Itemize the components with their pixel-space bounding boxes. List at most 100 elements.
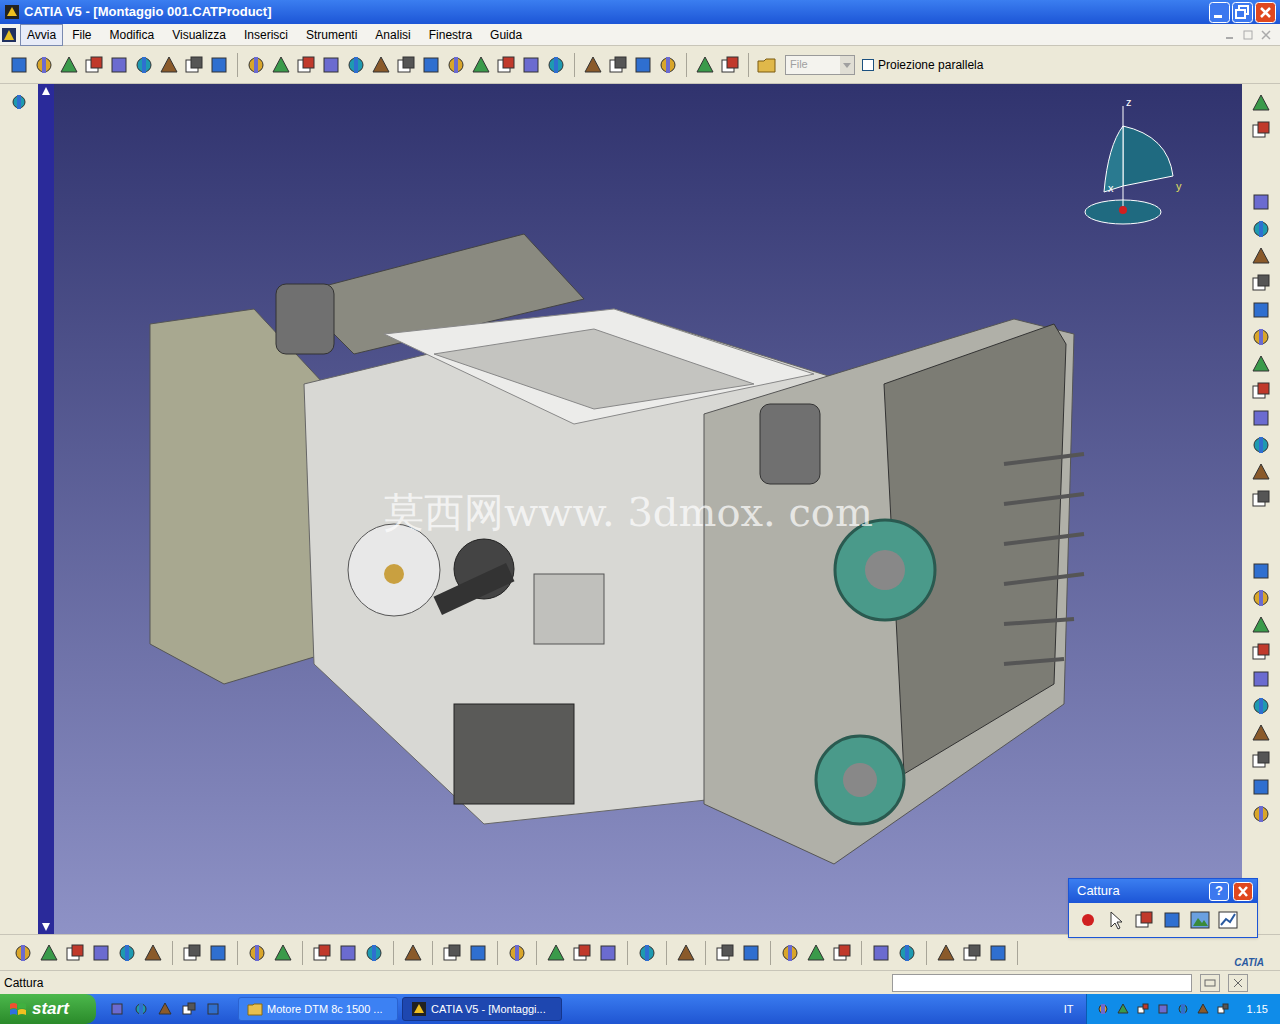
tool-icon[interactable] (1250, 119, 1272, 141)
tool-icon[interactable] (181, 942, 203, 964)
tool-icon[interactable] (158, 54, 180, 76)
tool-icon[interactable] (1250, 245, 1272, 267)
tool-icon[interactable] (719, 54, 741, 76)
tool-icon[interactable] (180, 1000, 198, 1018)
command-input[interactable] (892, 974, 1192, 992)
tool-icon[interactable] (108, 1000, 126, 1018)
tool-icon[interactable] (142, 942, 164, 964)
tool-icon[interactable] (805, 942, 827, 964)
tool-icon[interactable] (582, 54, 604, 76)
tool-icon[interactable] (83, 54, 105, 76)
tool-icon[interactable] (1250, 461, 1272, 483)
tool-icon[interactable] (1135, 1001, 1151, 1017)
file-combo[interactable]: File (785, 55, 855, 75)
parallel-projection-checkbox[interactable] (862, 59, 874, 71)
tool-icon[interactable] (520, 54, 542, 76)
specification-scrollbar[interactable] (38, 84, 54, 934)
tool-icon[interactable] (64, 942, 86, 964)
tool-icon[interactable] (632, 54, 654, 76)
menu-item[interactable]: Analisi (366, 24, 419, 46)
tool-icon[interactable] (441, 942, 463, 964)
tool-icon[interactable] (1250, 722, 1272, 744)
menu-item[interactable]: Strumenti (297, 24, 366, 46)
scroll-up-icon[interactable] (41, 86, 51, 96)
tool-icon[interactable] (208, 54, 230, 76)
close-icon[interactable] (1255, 2, 1276, 23)
capture-close-icon[interactable] (1233, 882, 1253, 901)
tool-icon[interactable] (636, 942, 658, 964)
tool-icon[interactable] (1250, 668, 1272, 690)
tool-icon[interactable] (270, 54, 292, 76)
open-folder-icon[interactable] (756, 54, 778, 76)
tool-icon[interactable] (675, 942, 697, 964)
restore-icon[interactable] (1232, 2, 1253, 23)
tool-icon[interactable] (1250, 695, 1272, 717)
record-icon[interactable] (1077, 909, 1099, 931)
tool-icon[interactable] (1250, 560, 1272, 582)
tool-icon[interactable] (470, 54, 492, 76)
tool-icon[interactable] (156, 1000, 174, 1018)
taskbar-button[interactable]: Motore DTM 8c 1500 ... (238, 997, 398, 1021)
tool-icon[interactable] (714, 942, 736, 964)
tool-icon[interactable] (1215, 1001, 1231, 1017)
start-button[interactable]: start (0, 994, 96, 1024)
tool-icon[interactable] (245, 54, 267, 76)
menu-item[interactable]: Inserisci (235, 24, 297, 46)
tool-icon[interactable] (694, 54, 716, 76)
tool-icon[interactable] (9, 92, 29, 112)
language-indicator[interactable]: IT (1052, 1001, 1086, 1018)
tool-icon[interactable] (1250, 803, 1272, 825)
capture-title-bar[interactable]: Cattura? (1069, 879, 1257, 903)
tool-icon[interactable] (1250, 407, 1272, 429)
menu-item[interactable]: File (63, 24, 100, 46)
tool-icon[interactable] (1161, 909, 1183, 931)
compass-icon[interactable] (1078, 96, 1188, 226)
tool-icon[interactable] (132, 1000, 150, 1018)
minimize-icon[interactable] (1209, 2, 1230, 23)
tool-icon[interactable] (1250, 749, 1272, 771)
tool-icon[interactable] (779, 942, 801, 964)
tool-icon[interactable] (1250, 353, 1272, 375)
tool-icon[interactable] (207, 942, 229, 964)
doc-restore-icon[interactable] (1242, 29, 1254, 41)
tool-icon[interactable] (445, 54, 467, 76)
tool-icon[interactable] (1250, 272, 1272, 294)
tool-icon[interactable] (337, 942, 359, 964)
tool-icon[interactable] (607, 54, 629, 76)
tool-icon[interactable] (1095, 1001, 1111, 1017)
tool-icon[interactable] (545, 54, 567, 76)
image-icon[interactable] (1189, 909, 1211, 931)
tool-icon[interactable] (1250, 587, 1272, 609)
tool-icon[interactable] (420, 54, 442, 76)
tool-icon[interactable] (295, 54, 317, 76)
compass[interactable]: zxy (1078, 96, 1188, 226)
tool-icon[interactable] (1250, 92, 1272, 114)
status-button-icon[interactable] (1200, 974, 1220, 992)
tool-icon[interactable] (116, 942, 138, 964)
taskbar-button[interactable]: CATIA V5 - [Montaggi... (402, 997, 562, 1021)
tool-icon[interactable] (395, 54, 417, 76)
menu-item[interactable]: Avvia (20, 24, 63, 46)
tool-icon[interactable] (1133, 909, 1155, 931)
tool-icon[interactable] (58, 54, 80, 76)
tool-icon[interactable] (1195, 1001, 1211, 1017)
tool-icon[interactable] (870, 942, 892, 964)
menu-item[interactable]: Finestra (420, 24, 481, 46)
tool-icon[interactable] (1250, 614, 1272, 636)
tool-icon[interactable] (133, 54, 155, 76)
tool-icon[interactable] (961, 942, 983, 964)
tool-icon[interactable] (8, 54, 30, 76)
tool-icon[interactable] (370, 54, 392, 76)
tool-icon[interactable] (1250, 380, 1272, 402)
tool-icon[interactable] (1155, 1001, 1171, 1017)
tool-icon[interactable] (1250, 326, 1272, 348)
doc-close-icon[interactable] (1260, 29, 1272, 41)
doc-minimize-icon[interactable] (1224, 29, 1236, 41)
tool-icon[interactable] (90, 942, 112, 964)
tool-icon[interactable] (320, 54, 342, 76)
tool-icon[interactable] (1175, 1001, 1191, 1017)
tool-icon[interactable] (1115, 1001, 1131, 1017)
tool-icon[interactable] (33, 54, 55, 76)
tool-icon[interactable] (1250, 776, 1272, 798)
tool-icon[interactable] (1250, 434, 1272, 456)
